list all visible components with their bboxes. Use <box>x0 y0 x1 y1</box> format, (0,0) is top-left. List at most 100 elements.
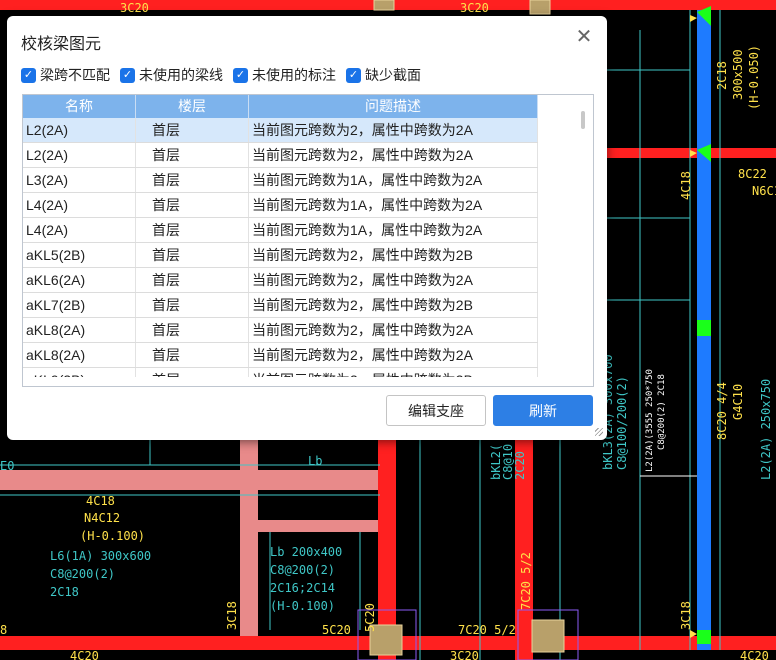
cad-label: (H-0.100) <box>270 599 335 613</box>
table-row[interactable]: aKL7(2B) 首层 当前图元跨数为2，属性中跨数为2B <box>23 293 538 318</box>
cad-label: 2C18 <box>715 61 729 90</box>
cell-description: 当前图元跨数为1A，属性中跨数为2A <box>249 218 538 242</box>
cell-name: aKL7(2B) <box>23 293 136 317</box>
cad-label: 2C18 <box>50 585 79 599</box>
cell-description: 当前图元跨数为1A，属性中跨数为2A <box>249 193 538 217</box>
cad-label: 3C20 <box>460 1 489 15</box>
cad-label: 8C20 4/4 <box>715 382 729 440</box>
cell-floor: 首层 <box>136 143 249 167</box>
cad-label: 3C18 <box>679 601 693 630</box>
vertical-scrollbar[interactable] <box>538 95 593 386</box>
filter-span-mismatch[interactable]: ✓ 梁跨不匹配 <box>21 66 110 84</box>
refresh-button[interactable]: 刷新 <box>493 395 593 426</box>
column-header-name[interactable]: 名称 <box>23 95 136 118</box>
cad-label: (H-0.050) <box>747 45 761 110</box>
checkbox-checked-icon[interactable]: ✓ <box>233 67 248 83</box>
column-header-description[interactable]: 问题描述 <box>249 95 538 118</box>
cell-name: aKL5(2B) <box>23 243 136 267</box>
filter-unused-beam-line[interactable]: ✓ 未使用的梁线 <box>120 66 223 84</box>
cad-label: 3C20 <box>120 1 149 15</box>
beam-band <box>258 520 380 532</box>
issues-table[interactable]: 名称 楼层 问题描述 L2(2A) 首层 当前图元跨数为2，属性中跨数为2A L2(2… <box>22 94 594 387</box>
checkbox-checked-icon[interactable]: ✓ <box>120 67 135 83</box>
cell-name: L3(2A) <box>23 168 136 192</box>
cell-description: 当前图元跨数为2，属性中跨数为2A <box>249 343 538 367</box>
cell-description: 当前图元跨数为2，属性中跨数为2A <box>249 268 538 292</box>
beam-band <box>240 440 258 640</box>
cell-description: 当前图元跨数为1A，属性中跨数为2A <box>249 168 538 192</box>
filter-unused-annotation[interactable]: ✓ 未使用的标注 <box>233 66 336 84</box>
cell-floor: 首层 <box>136 293 249 317</box>
close-icon[interactable]: ✕ <box>573 26 595 48</box>
resize-grip-icon[interactable] <box>595 428 603 436</box>
table-row[interactable]: aKL8(2A) 首层 当前图元跨数为2，属性中跨数为2A <box>23 343 538 368</box>
cell-name: aKL6(2A) <box>23 268 136 292</box>
table-row[interactable]: L3(2A) 首层 当前图元跨数为1A，属性中跨数为2A <box>23 168 538 193</box>
table-row[interactable]: L2(2A) 首层 当前图元跨数为2，属性中跨数为2A <box>23 118 538 143</box>
beam-band <box>0 470 380 490</box>
cell-floor: 首层 <box>136 193 249 217</box>
table-row[interactable]: aKL8(2A) 首层 当前图元跨数为2，属性中跨数为2A <box>23 318 538 343</box>
cad-label: 7C20 5/2 <box>458 623 516 637</box>
edit-support-button[interactable]: 编辑支座 <box>386 395 486 426</box>
cell-floor: 首层 <box>136 168 249 192</box>
cad-label: C8@200(2) <box>270 563 335 577</box>
cad-label: Lb 200x400 <box>270 545 342 559</box>
cell-name: L2(2A) <box>23 118 136 142</box>
cell-name: L2(2A) <box>23 143 136 167</box>
cell-floor: 首层 <box>136 218 249 242</box>
scrollbar-thumb[interactable] <box>581 111 585 129</box>
cell-description: 当前图元跨数为2，属性中跨数为2A <box>249 318 538 342</box>
cell-name: L4(2A) <box>23 193 136 217</box>
horizontal-scrollbar[interactable] <box>23 377 538 386</box>
cell-name: aKL8(2A) <box>23 343 136 367</box>
table-row[interactable]: L4(2A) 首层 当前图元跨数为1A，属性中跨数为2A <box>23 218 538 243</box>
cad-label: C8@100/200(2) <box>615 376 629 470</box>
cad-label: 8C22 <box>738 167 767 181</box>
filter-label: 未使用的梁线 <box>139 67 223 83</box>
cell-description: 当前图元跨数为2，属性中跨数为2B <box>249 243 538 267</box>
cell-floor: 首层 <box>136 268 249 292</box>
table-header: 名称 楼层 问题描述 <box>23 95 538 118</box>
table-row[interactable]: aKL5(2B) 首层 当前图元跨数为2，属性中跨数为2B <box>23 243 538 268</box>
cad-label: 4C18 <box>679 171 693 200</box>
cad-label: C8@200(2) <box>50 567 115 581</box>
cad-label: L6(1A) 300x600 <box>50 549 151 563</box>
cad-label: C8@200(2) 2C18 <box>657 374 667 450</box>
filter-label: 缺少截面 <box>365 67 421 83</box>
table-row[interactable]: L2(2A) 首层 当前图元跨数为2，属性中跨数为2A <box>23 143 538 168</box>
table-row[interactable]: aKL6(2A) 首层 当前图元跨数为2，属性中跨数为2A <box>23 268 538 293</box>
cell-description: 当前图元跨数为2，属性中跨数为2A <box>249 143 538 167</box>
cad-label: L2(2A)(3555 250*750 <box>645 369 655 472</box>
filter-bar: ✓ 梁跨不匹配 ✓ 未使用的梁线 ✓ 未使用的标注 ✓ 缺少截面 <box>21 66 431 84</box>
cell-floor: 首层 <box>136 343 249 367</box>
table-row[interactable]: L4(2A) 首层 当前图元跨数为1A，属性中跨数为2A <box>23 193 538 218</box>
dialog-title: 校核梁图元 <box>21 36 102 53</box>
cad-label: 4C20 <box>70 649 99 660</box>
column-header-floor[interactable]: 楼层 <box>136 95 249 118</box>
check-beam-dialog: 校核梁图元 ✕ ✓ 梁跨不匹配 ✓ 未使用的梁线 ✓ 未使用的标注 ✓ 缺少截面… <box>7 16 607 440</box>
cad-label: N6C1 <box>752 184 776 198</box>
checkbox-checked-icon[interactable]: ✓ <box>346 67 361 83</box>
cad-label: N4C12 <box>84 511 120 525</box>
cad-label: 5C20 <box>322 623 351 637</box>
cell-description: 当前图元跨数为2，属性中跨数为2B <box>249 293 538 317</box>
cad-label: 2C20 <box>513 451 527 480</box>
filter-missing-section[interactable]: ✓ 缺少截面 <box>346 66 421 84</box>
cad-label: Lb <box>308 454 322 468</box>
cad-label: 4C18 <box>86 494 115 508</box>
cad-label: 7C20 5/2 <box>519 552 533 610</box>
cad-label: G4C10 <box>731 384 745 420</box>
cell-description: 当前图元跨数为2，属性中跨数为2A <box>249 118 538 142</box>
cad-label: 2C16;2C14 <box>270 581 335 595</box>
checkbox-checked-icon[interactable]: ✓ <box>21 67 36 83</box>
cad-label: (H-0.100) <box>80 529 145 543</box>
cad-label: L2(2A) 250x750 <box>759 379 773 480</box>
cad-label: 3C20 <box>450 649 479 660</box>
cad-label: E0 <box>0 459 14 473</box>
cad-label: 8 <box>0 623 7 637</box>
filter-label: 未使用的标注 <box>252 67 336 83</box>
cell-floor: 首层 <box>136 243 249 267</box>
cell-name: aKL8(2A) <box>23 318 136 342</box>
cad-label: 3C18 <box>225 601 239 630</box>
